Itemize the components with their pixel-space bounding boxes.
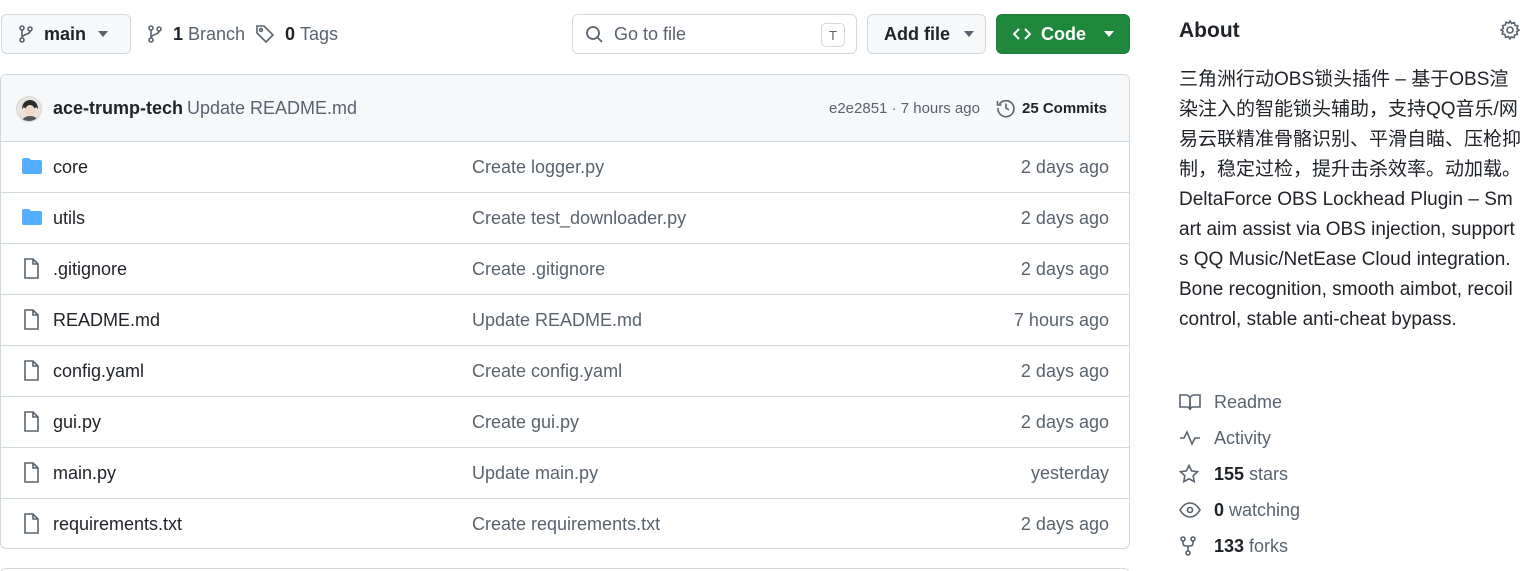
- file-commit-age: 2 days ago: [1020, 156, 1109, 177]
- branch-selector-button[interactable]: main: [1, 14, 131, 54]
- tag-icon: [255, 24, 275, 44]
- table-row[interactable]: requirements.txt Create requirements.txt…: [1, 499, 1129, 548]
- file-icon: [21, 411, 41, 433]
- tags-count: 0: [285, 23, 296, 44]
- eye-icon: [1179, 502, 1201, 518]
- table-row[interactable]: gui.py Create gui.py 2 days ago: [1, 397, 1129, 448]
- forks-count: 133: [1214, 535, 1245, 556]
- gear-icon[interactable]: [1499, 19, 1521, 41]
- file-commit-message[interactable]: Create test_downloader.py: [472, 208, 686, 229]
- table-row[interactable]: config.yaml Create config.yaml 2 days ag…: [1, 346, 1129, 397]
- about-title: About: [1179, 19, 1240, 42]
- commit-hash-and-time[interactable]: e2e2851 · 7 hours ago: [829, 100, 980, 117]
- keyboard-shortcut-hint: T: [821, 23, 845, 47]
- file-icon: [21, 309, 41, 331]
- table-row[interactable]: .gitignore Create .gitignore 2 days ago: [1, 244, 1129, 295]
- file-icon: [21, 360, 41, 382]
- tags-link[interactable]: 0 Tags: [255, 14, 338, 54]
- stars-label: stars: [1249, 463, 1289, 484]
- pulse-icon: [1179, 430, 1201, 446]
- file-commit-age: 2 days ago: [1020, 360, 1109, 381]
- stars-link[interactable]: 155 stars: [1179, 456, 1300, 492]
- search-placeholder: Go to file: [614, 23, 687, 44]
- file-name[interactable]: requirements.txt: [53, 514, 182, 535]
- branch-name: main: [44, 23, 87, 44]
- file-name[interactable]: core: [53, 157, 88, 178]
- search-icon: [585, 25, 604, 44]
- commit-message[interactable]: Update README.md: [187, 98, 357, 119]
- file-name[interactable]: main.py: [53, 463, 116, 484]
- chevron-down-icon: [964, 31, 974, 37]
- file-commit-age: 2 days ago: [1020, 207, 1109, 228]
- file-name[interactable]: config.yaml: [53, 361, 144, 382]
- file-name[interactable]: gui.py: [53, 412, 101, 433]
- commits-history-link[interactable]: 25 Commits: [996, 98, 1107, 118]
- about-sidebar: About 三角洲行动OBS锁头插件 – 基于OBS渲染注入的智能锁头辅助，支持…: [1179, 14, 1524, 556]
- file-commit-message[interactable]: Create requirements.txt: [472, 514, 660, 535]
- avatar[interactable]: [16, 96, 42, 122]
- repo-forked-icon: [1179, 536, 1201, 556]
- watchers-link[interactable]: 0 watching: [1179, 492, 1300, 528]
- git-branch-icon: [18, 25, 34, 43]
- repo-stats: Readme Activity 155 stars 0 watching 133…: [1179, 384, 1300, 564]
- activity-label: Activity: [1214, 427, 1272, 448]
- file-commit-message[interactable]: Create .gitignore: [472, 259, 605, 280]
- watching-label: watching: [1229, 499, 1301, 520]
- latest-commit-bar: ace-trump-tech Update README.md e2e2851 …: [1, 75, 1129, 142]
- commits-count: 25 Commits: [1022, 99, 1108, 117]
- readme-label: Readme: [1214, 391, 1283, 412]
- commit-author[interactable]: ace-trump-tech: [53, 98, 183, 119]
- table-row[interactable]: main.py Update main.py yesterday: [1, 448, 1129, 499]
- branches-label: Branch: [188, 23, 246, 44]
- folder-icon: [21, 156, 43, 176]
- git-branch-icon: [147, 25, 163, 43]
- file-name[interactable]: utils: [53, 208, 85, 229]
- add-file-label: Add file: [884, 23, 950, 44]
- file-commit-message[interactable]: Create logger.py: [472, 157, 604, 178]
- file-commit-message[interactable]: Create gui.py: [472, 412, 579, 433]
- book-icon: [1179, 393, 1201, 411]
- repo-description: 三角洲行动OBS锁头插件 – 基于OBS渲染注入的智能锁头辅助，支持QQ音乐/网…: [1179, 69, 1522, 330]
- forks-link[interactable]: 133 forks: [1179, 528, 1300, 564]
- activity-link[interactable]: Activity: [1179, 420, 1300, 456]
- table-row[interactable]: core Create logger.py 2 days ago: [1, 142, 1129, 193]
- file-commit-message[interactable]: Create config.yaml: [472, 361, 622, 382]
- file-commit-age: yesterday: [1030, 462, 1109, 483]
- watching-count: 0: [1214, 499, 1225, 520]
- history-icon: [996, 98, 1016, 118]
- table-row[interactable]: utils Create test_downloader.py 2 days a…: [1, 193, 1129, 244]
- add-file-button[interactable]: Add file: [867, 14, 986, 54]
- file-commit-message[interactable]: Update main.py: [472, 463, 598, 484]
- tags-label: Tags: [300, 23, 339, 44]
- chevron-down-icon: [1104, 31, 1114, 37]
- repo-toolbar: main 1 Branch 0 Tags Go to file T Add fi…: [0, 14, 1130, 54]
- go-to-file-input[interactable]: Go to file T: [572, 14, 857, 54]
- file-commit-age: 2 days ago: [1020, 411, 1109, 432]
- file-icon: [21, 513, 41, 535]
- forks-label: forks: [1249, 535, 1289, 556]
- file-commit-age: 7 hours ago: [1013, 309, 1109, 330]
- star-icon: [1179, 464, 1201, 484]
- file-icon: [21, 258, 41, 280]
- code-icon: [1013, 27, 1031, 41]
- chevron-down-icon: [98, 31, 109, 37]
- file-commit-age: 2 days ago: [1020, 258, 1109, 279]
- code-label: Code: [1041, 23, 1086, 44]
- table-row[interactable]: README.md Update README.md 7 hours ago: [1, 295, 1129, 346]
- file-list: ace-trump-tech Update README.md e2e2851 …: [0, 74, 1130, 549]
- stars-count: 155: [1214, 463, 1245, 484]
- branches-count: 1: [173, 23, 184, 44]
- file-icon: [21, 462, 41, 484]
- folder-icon: [21, 207, 43, 227]
- file-name[interactable]: .gitignore: [53, 259, 127, 280]
- code-button[interactable]: Code: [996, 14, 1130, 54]
- file-commit-message[interactable]: Update README.md: [472, 310, 642, 331]
- branches-link[interactable]: 1 Branch: [147, 14, 245, 54]
- file-commit-age: 2 days ago: [1020, 514, 1109, 534]
- readme-link[interactable]: Readme: [1179, 384, 1300, 420]
- file-name[interactable]: README.md: [53, 310, 160, 331]
